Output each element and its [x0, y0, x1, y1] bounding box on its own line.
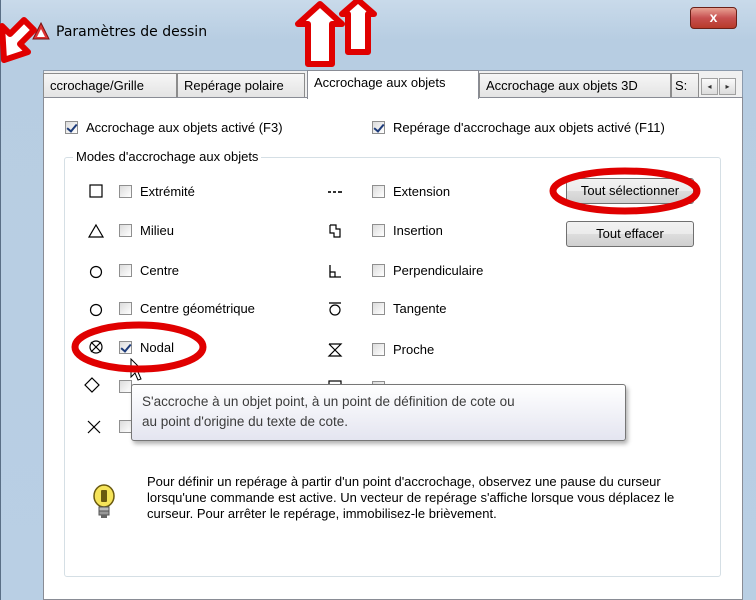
autocad-icon — [32, 21, 50, 40]
tab-strip: ccrochage/Grille Repérage polaire Accroc… — [43, 70, 743, 100]
tangent-checkbox[interactable] — [372, 302, 385, 315]
tangent-icon — [329, 302, 341, 316]
quadrant-diamond-icon — [84, 377, 100, 393]
nearest-icon — [327, 343, 343, 357]
midpoint-triangle-icon — [87, 223, 105, 238]
endpoint-checkbox[interactable] — [119, 185, 132, 198]
geometric-center-circle-icon — [89, 303, 103, 317]
tab-snap-grid[interactable]: ccrochage/Grille — [43, 73, 177, 98]
osnap-on-label: Accrochage aux objets activé (F3) — [86, 120, 283, 135]
extension-checkbox[interactable] — [372, 185, 385, 198]
tab-3d-object-snap[interactable]: Accrochage aux objets 3D — [479, 73, 671, 98]
midpoint-checkbox[interactable] — [119, 224, 132, 237]
insertion-icon — [329, 224, 341, 238]
tooltip-line-2: au point d'origine du texte de cote. — [142, 414, 348, 429]
center-circle-icon — [89, 265, 103, 279]
tab-scroll-right-icon[interactable]: ▸ — [719, 78, 736, 95]
insertion-label: Insertion — [393, 223, 443, 238]
tab-object-snap[interactable]: Accrochage aux objets — [307, 70, 479, 99]
clear-all-button[interactable]: Tout effacer — [566, 221, 694, 247]
intersection-cross-icon — [87, 420, 101, 434]
midpoint-label: Milieu — [140, 223, 174, 238]
node-label: Nodal — [140, 340, 174, 355]
tooltip-line-1: S'accroche à un objet point, à un point … — [142, 394, 515, 409]
node-icon — [89, 340, 103, 354]
geometric-center-checkbox[interactable] — [119, 302, 132, 315]
extension-icon — [328, 191, 342, 193]
nearest-checkbox[interactable] — [372, 343, 385, 356]
mouse-cursor-icon — [130, 358, 146, 381]
extension-label: Extension — [393, 184, 451, 199]
snap-modes-group-title: Modes d'accrochage aux objets — [73, 149, 262, 164]
tab-scroll-left-icon[interactable]: ◂ — [701, 78, 718, 95]
endpoint-square-icon — [89, 184, 103, 198]
window-title: Paramètres de dessin — [56, 24, 208, 40]
select-all-button[interactable]: Tout sélectionner — [566, 178, 694, 204]
perpendicular-checkbox[interactable] — [372, 264, 385, 277]
perpendicular-icon — [329, 265, 341, 278]
tracking-on-checkbox[interactable] — [372, 121, 385, 134]
close-button[interactable]: x — [690, 7, 737, 29]
tracking-on-label: Repérage d'accrochage aux objets activé … — [393, 120, 665, 135]
endpoint-label: Extrémité — [140, 184, 195, 199]
drawing-settings-dialog: Paramètres de dessin x ccrochage/Grille … — [0, 0, 756, 600]
center-checkbox[interactable] — [119, 264, 132, 277]
osnap-on-checkbox[interactable] — [65, 121, 78, 134]
node-tooltip: S'accroche à un objet point, à un point … — [131, 384, 626, 441]
tracking-info-text: Pour définir un repérage à partir d'un p… — [147, 474, 675, 521]
title-bar[interactable]: Paramètres de dessin x — [1, 0, 756, 44]
tangent-label: Tangente — [393, 301, 447, 316]
nearest-label: Proche — [393, 342, 435, 357]
node-checkbox[interactable] — [119, 341, 132, 354]
insertion-checkbox[interactable] — [372, 224, 385, 237]
lightbulb-icon — [93, 484, 115, 518]
geometric-center-label: Centre géométrique — [140, 301, 255, 316]
center-label: Centre — [140, 263, 180, 278]
tab-more[interactable]: S: — [671, 73, 699, 98]
perpendicular-label: Perpendiculaire — [393, 263, 484, 278]
tab-polar-tracking[interactable]: Repérage polaire — [177, 73, 305, 98]
